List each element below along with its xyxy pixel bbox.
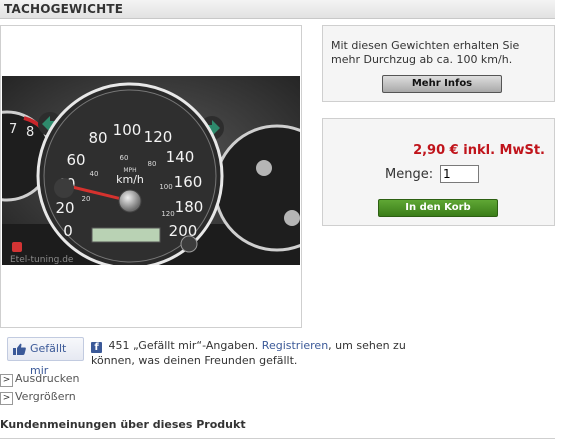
dial-number: 140 — [166, 148, 195, 166]
dial-number: 160 — [174, 173, 203, 191]
print-link[interactable]: Ausdrucken — [15, 372, 79, 385]
thumbs-up-icon — [13, 343, 26, 355]
dial-number: 120 — [144, 128, 173, 146]
section-title-bar: TACHOGEWICHTE — [0, 0, 555, 19]
inner-number: 100 — [159, 183, 172, 191]
unit-label: km/h — [116, 173, 144, 186]
like-count-text: 451 „Gefällt mir“-Angaben. — [108, 339, 259, 352]
enlarge-link-row[interactable]: > Vergrößern — [0, 390, 76, 405]
arrow-right-icon: > — [0, 374, 13, 387]
inner-number: 40 — [90, 170, 99, 178]
page-title: TACHOGEWICHTE — [4, 2, 124, 16]
more-info-button[interactable]: Mehr Infos — [382, 75, 502, 93]
info-text: Mit diesen Gewichten erhalten Sie mehr D… — [331, 39, 520, 66]
arrow-right-icon: > — [0, 392, 13, 405]
dial-number: 60 — [66, 151, 85, 169]
left-gauge-number: 8 — [26, 125, 34, 140]
image-watermark: Etel-tuning.de — [10, 255, 74, 265]
quantity-input[interactable] — [440, 165, 479, 183]
price: 2,90 € inkl. MwSt. — [413, 143, 545, 158]
product-image[interactable]: 7 8 0 20 40 60 80 100 120 140 160 180 20… — [2, 76, 300, 265]
divider — [0, 438, 555, 439]
dial-number: 100 — [113, 121, 142, 139]
reviews-heading: Kundenmeinungen über dieses Produkt — [0, 418, 246, 431]
register-link[interactable]: Registrieren — [262, 339, 328, 352]
purchase-box: 2,90 € inkl. MwSt. Menge: In den Korb — [322, 118, 555, 226]
inner-number: 80 — [148, 160, 157, 168]
print-link-row[interactable]: > Ausdrucken — [0, 372, 79, 387]
quantity-label: Menge: — [385, 167, 434, 182]
add-to-cart-button[interactable]: In den Korb — [378, 199, 498, 217]
product-image-frame[interactable]: 7 8 0 20 40 60 80 100 120 140 160 180 20… — [0, 25, 302, 328]
enlarge-link[interactable]: Vergrößern — [15, 390, 76, 403]
facebook-social-text: f 451 „Gefällt mir“-Angaben. Registriere… — [91, 338, 451, 368]
dial-number: 180 — [175, 198, 204, 216]
facebook-icon: f — [91, 342, 102, 353]
dial-number: 80 — [88, 129, 107, 147]
left-gauge-number: 7 — [9, 122, 17, 137]
inner-number: 60 — [120, 154, 129, 162]
info-box: Mit diesen Gewichten erhalten Sie mehr D… — [322, 25, 555, 102]
facebook-like-button[interactable]: Gefällt mir — [7, 337, 84, 377]
dial-number: 0 — [63, 222, 73, 240]
inner-number: 20 — [82, 195, 91, 203]
dial-number: 20 — [55, 199, 74, 217]
inner-number: 120 — [161, 210, 174, 218]
